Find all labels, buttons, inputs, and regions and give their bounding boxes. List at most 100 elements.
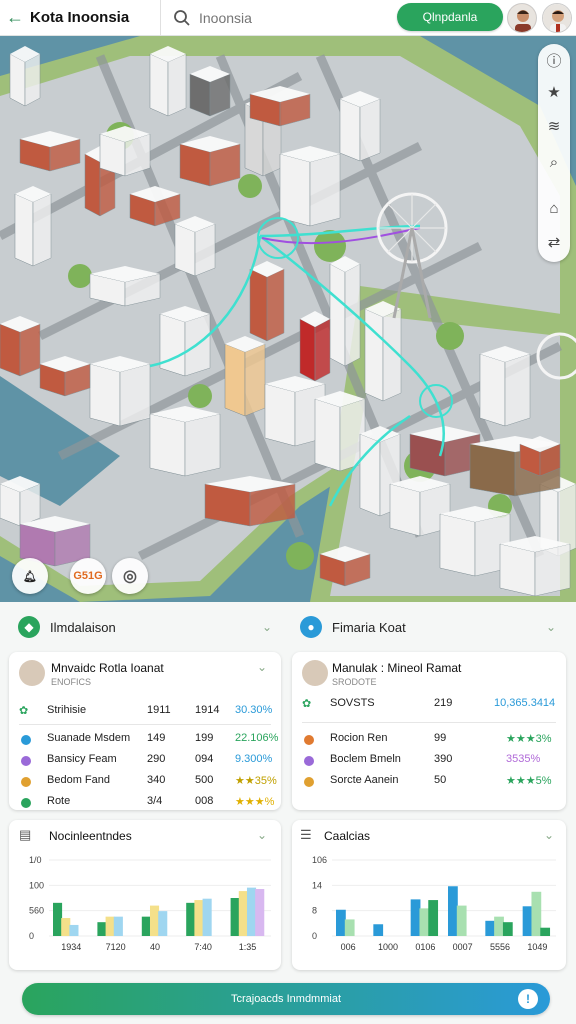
bar	[255, 889, 265, 936]
stat-row[interactable]: Bansicy Feam 290 094 9.300%	[9, 751, 281, 769]
diamond-icon: ◆	[18, 616, 40, 638]
target-icon[interactable]: ◎	[112, 558, 148, 594]
stat-row[interactable]: Sorcte Aanein 50 ★★★5%	[292, 772, 566, 790]
stat-label: Boclem Bmeln	[330, 753, 401, 765]
stat-row[interactable]: Boclem Bmeln 390 3535%	[292, 751, 566, 769]
bar	[502, 922, 513, 936]
right-chart-card: ☰ Caalcias ⌄ 106 14 8 0 006 1000 0106 0007 5556 1…	[292, 820, 566, 970]
y-tick-label: 0	[29, 931, 34, 941]
avatar	[302, 660, 328, 686]
left-section-header[interactable]: ◆ Ilmdalaison	[18, 612, 116, 642]
stat-label: Bedom Fand	[47, 774, 110, 786]
back-arrow-icon[interactable]: ←	[0, 0, 30, 36]
stat-v1: 390	[434, 753, 453, 765]
x-tick-label: 7120	[106, 942, 126, 952]
primary-action-button[interactable]: Qlnpdanla	[397, 3, 503, 31]
stat-label: Bansicy Feam	[47, 753, 117, 765]
pin-icon[interactable]: ⌂	[542, 196, 566, 220]
stat-v3: ★★35%	[235, 775, 277, 787]
chevron-down-icon[interactable]: ⌄	[544, 828, 554, 842]
bar	[419, 908, 430, 936]
bar	[158, 911, 168, 936]
layers-icon[interactable]: ≋	[542, 114, 566, 138]
y-tick-label: 8	[312, 906, 317, 916]
status-dot	[21, 777, 31, 787]
divider	[302, 722, 556, 723]
route-icon[interactable]: ⇄	[542, 230, 566, 254]
x-tick-label: 7:40	[194, 942, 212, 952]
chevron-down-icon[interactable]: ⌄	[262, 620, 272, 634]
stat-v3: 9.300%	[235, 753, 273, 765]
bar	[238, 891, 248, 936]
x-tick-label: 0007	[453, 942, 473, 952]
chevron-down-icon[interactable]: ⌄	[546, 620, 556, 634]
status-dot	[21, 798, 31, 808]
right-bar-chart: 106 14 8 0 006 1000 0106 0007 5556 1049	[312, 855, 556, 952]
avatar[interactable]	[542, 3, 572, 33]
x-tick-label: 006	[341, 942, 356, 952]
search-icon[interactable]: ⌕	[542, 150, 566, 174]
chart-icon: ✿	[19, 705, 29, 717]
bell-icon[interactable]: 🔔︎	[12, 558, 48, 594]
chevron-down-icon[interactable]: ⌄	[257, 828, 267, 842]
stat-v1: 290	[147, 753, 166, 765]
stat-v1: 50	[434, 774, 447, 786]
stat-row[interactable]: Suanade Msdem 149 199 22.106%	[9, 730, 281, 748]
stat-v1: 149	[147, 732, 166, 744]
left-stats-card: Mnvaidc Rotla Ioanat ENOFICS ⌄ ✿ Strihis…	[9, 652, 281, 810]
stat-label: Rocion Ren	[330, 732, 388, 744]
right-section-header[interactable]: ● Fimaria Koat	[300, 612, 406, 642]
info-icon[interactable]: ⓘ	[542, 48, 566, 72]
bar	[230, 898, 240, 936]
footer-label: Tcrajoacds Inmdmmiat	[230, 993, 342, 1005]
bar	[448, 886, 458, 936]
stat-v1: 99	[434, 732, 447, 744]
status-dot	[304, 777, 314, 787]
bar	[202, 898, 212, 936]
stat-row[interactable]: Bedom Fand 340 500 ★★35%	[9, 772, 281, 790]
bar	[373, 924, 384, 936]
map-badge[interactable]: G51G	[70, 558, 106, 594]
avatar	[19, 660, 45, 686]
bar	[344, 919, 355, 936]
star-icon[interactable]: ★	[542, 80, 566, 104]
x-tick-label: 40	[150, 942, 160, 952]
bar	[61, 918, 71, 936]
summary-value: 219	[434, 697, 453, 709]
footer-action-button[interactable]: Tcrajoacds Inmdmmiat !	[22, 983, 550, 1015]
stat-v2: 008	[195, 795, 214, 807]
search-icon	[174, 9, 190, 26]
status-dot	[21, 756, 31, 766]
summary-row: ✿ Strihisie 1911 1914 30.30%	[9, 702, 281, 720]
avatar[interactable]	[507, 3, 537, 33]
stat-row[interactable]: Rocion Ren 99 ★★★3%	[292, 730, 566, 748]
stat-v1: 340	[147, 774, 166, 786]
x-tick-label: 1:35	[239, 942, 257, 952]
stat-v1: 3/4	[147, 795, 163, 807]
stat-v2: 094	[195, 753, 214, 765]
summary-value: 1914	[195, 704, 220, 716]
bar	[540, 927, 551, 936]
x-tick-label: 5556	[490, 942, 510, 952]
card-subtitle: ENOFICS	[51, 677, 92, 687]
y-tick-label: 560	[29, 906, 44, 916]
y-tick-label: 14	[312, 880, 322, 890]
stat-row[interactable]: Rote 3/4 008 ★★★%	[9, 793, 281, 811]
city-map[interactable]	[0, 36, 576, 602]
stat-v3: ★★★%	[235, 796, 275, 808]
left-section-title: Ilmdalaison	[50, 619, 116, 635]
status-dot	[21, 735, 31, 745]
stat-v2: 500	[195, 774, 214, 786]
bar	[149, 905, 160, 936]
chart-icon: ✿	[302, 698, 312, 710]
chevron-down-icon[interactable]: ⌄	[257, 660, 267, 674]
stat-v3: 22.106%	[235, 732, 279, 744]
stat-v3: ★★★3%	[506, 733, 552, 745]
x-tick-label: 0106	[415, 942, 435, 952]
bar	[97, 922, 107, 936]
summary-percent: 30.30%	[235, 704, 273, 716]
page-title: Kota Inoonsia	[30, 9, 130, 26]
search-bar[interactable]	[161, 0, 386, 36]
search-input[interactable]	[199, 9, 379, 26]
status-dot	[304, 735, 314, 745]
